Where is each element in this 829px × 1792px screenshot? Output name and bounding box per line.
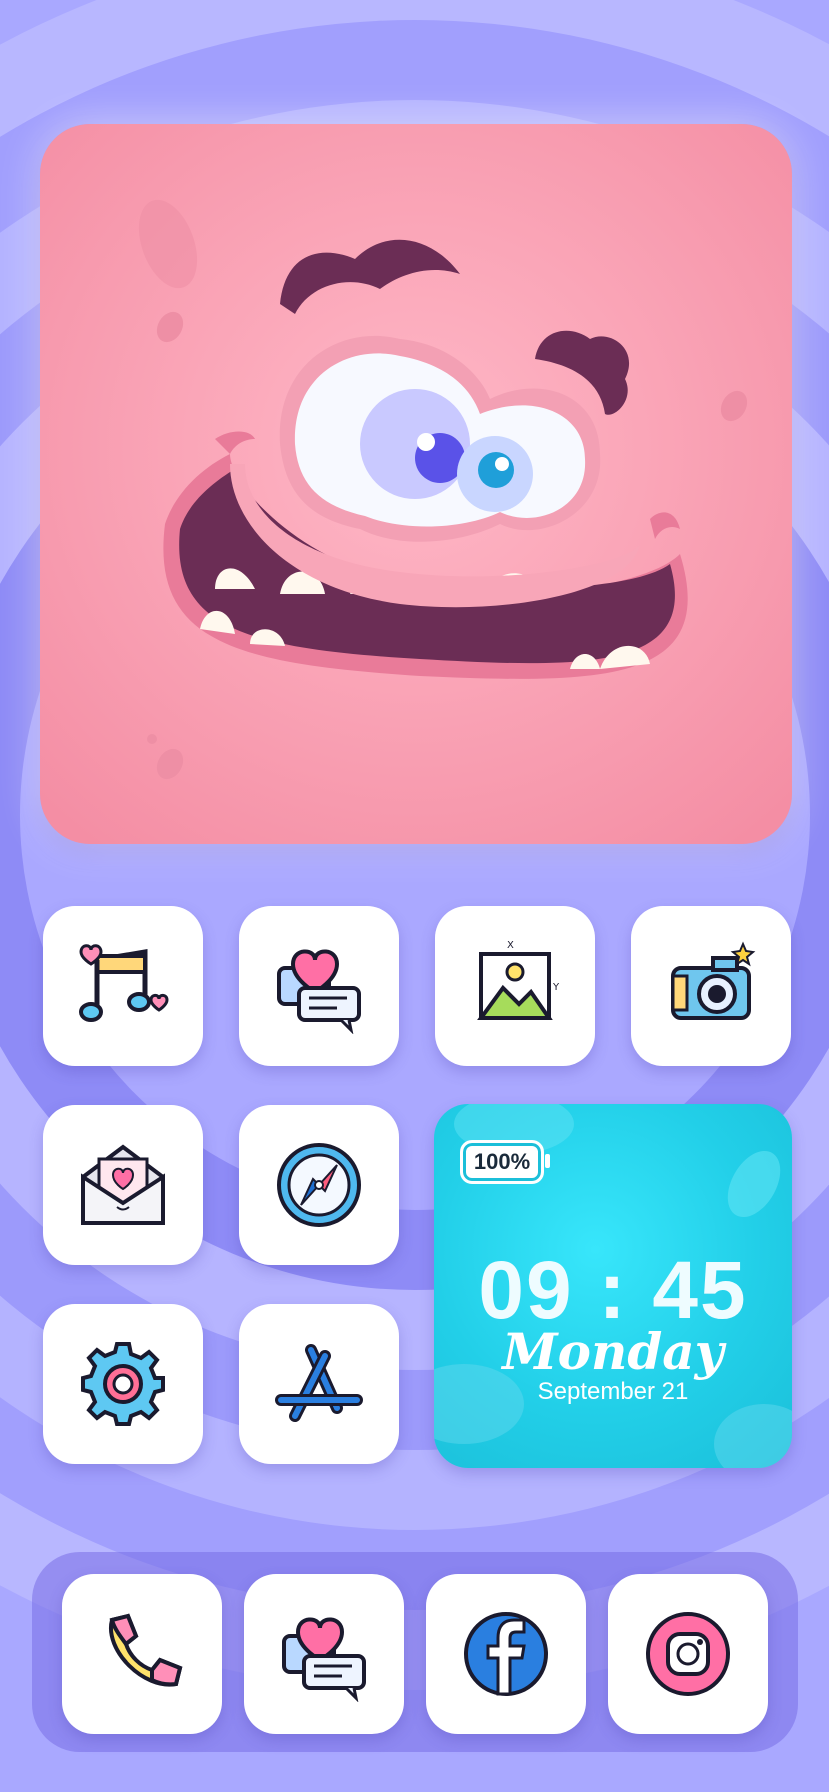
app-music[interactable]: [43, 906, 203, 1066]
instagram-icon: [646, 1612, 730, 1696]
facebook-icon: [464, 1612, 548, 1696]
love-message-icon: [277, 949, 361, 1034]
music-notes-icon: [79, 944, 169, 1022]
monster-face-image: [40, 124, 792, 844]
clock-widget[interactable]: 100% 09 : 45 Monday September 21: [434, 1104, 792, 1468]
monster-photo-widget[interactable]: [40, 124, 792, 844]
app-store-icon: [275, 1344, 363, 1422]
app-settings[interactable]: [43, 1304, 203, 1464]
dock-instagram[interactable]: [608, 1574, 768, 1734]
app-love-message[interactable]: [239, 906, 399, 1066]
settings-gear-icon: [81, 1342, 165, 1426]
app-mail[interactable]: [43, 1105, 203, 1265]
gallery-icon: X Y: [477, 940, 560, 1020]
love-message-icon: [282, 1617, 366, 1702]
dock-messages[interactable]: [244, 1574, 404, 1734]
app-gallery[interactable]: X Y: [435, 906, 595, 1066]
app-safari[interactable]: [239, 1105, 399, 1265]
battery-level: 100%: [473, 1149, 531, 1174]
love-letter-icon: [81, 1144, 165, 1225]
dock-facebook[interactable]: [426, 1574, 586, 1734]
phone-icon: [108, 1613, 183, 1687]
svg-text:X: X: [507, 940, 514, 951]
dock-phone[interactable]: [62, 1574, 222, 1734]
compass-icon: [277, 1143, 361, 1227]
camera-icon: [671, 941, 756, 1020]
app-store[interactable]: [239, 1304, 399, 1464]
app-camera[interactable]: [631, 906, 791, 1066]
clock-day: Monday: [502, 1322, 724, 1381]
battery-indicator: 100%: [460, 1140, 550, 1184]
svg-text:Y: Y: [552, 982, 560, 993]
clock-date: September 21: [537, 1378, 689, 1405]
